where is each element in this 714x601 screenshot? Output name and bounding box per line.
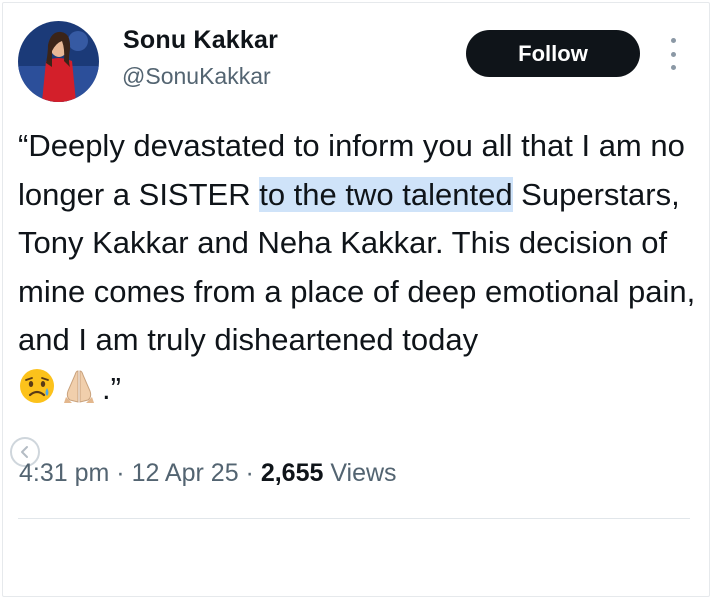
meta-separator: · bbox=[109, 459, 132, 487]
meta-separator: · bbox=[238, 459, 261, 487]
tweet-text: “Deeply devastated to inform you all tha… bbox=[18, 122, 698, 419]
dot bbox=[670, 38, 676, 43]
author-handle[interactable]: @SonuKakkar bbox=[122, 63, 271, 90]
author-name[interactable]: Sonu Kakkar bbox=[123, 26, 278, 55]
views-count[interactable]: 2,655 bbox=[261, 459, 324, 487]
avatar-image bbox=[18, 21, 99, 102]
tweet-date[interactable]: 12 Apr 25 bbox=[132, 459, 239, 487]
more-options-icon[interactable] bbox=[664, 38, 682, 70]
tweet-text-highlight: to the two talented bbox=[259, 176, 513, 212]
tweet-meta: 4:31 pm · 12 Apr 25 · 2,655 Views bbox=[19, 459, 397, 488]
tweet-text-closing: .” bbox=[102, 370, 121, 406]
dot bbox=[670, 65, 676, 70]
views-label: Views bbox=[323, 459, 397, 487]
dot bbox=[670, 51, 676, 57]
sad-face-emoji bbox=[18, 367, 56, 420]
tweet-time[interactable]: 4:31 pm bbox=[19, 459, 109, 487]
divider bbox=[18, 518, 690, 519]
avatar[interactable] bbox=[18, 21, 99, 102]
folded-hands-emoji bbox=[60, 367, 98, 420]
follow-button[interactable]: Follow bbox=[466, 30, 640, 77]
